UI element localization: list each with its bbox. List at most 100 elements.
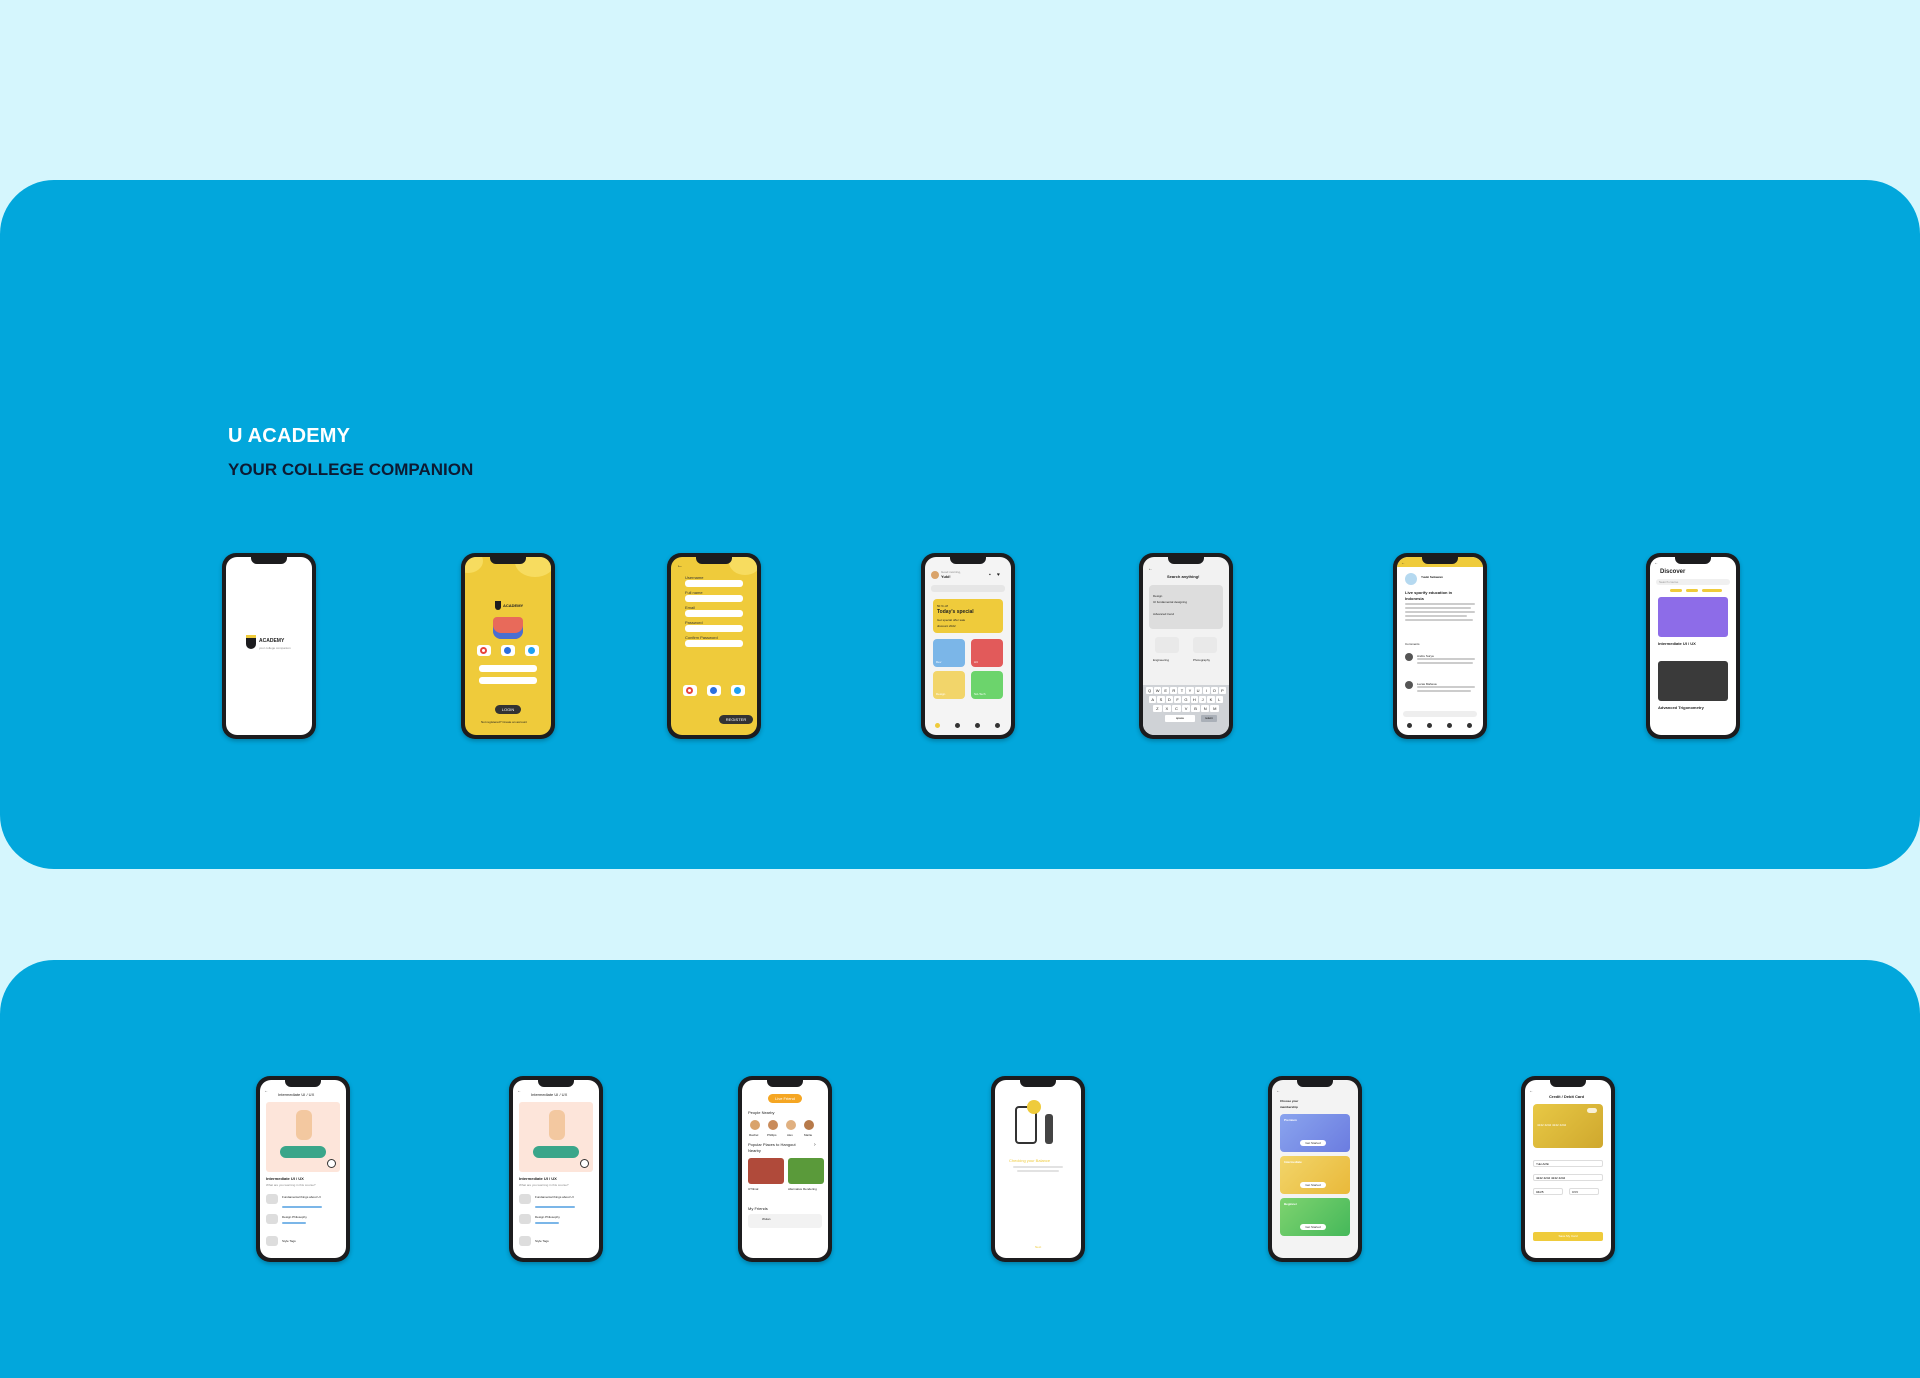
heart-icon[interactable]: ♥ <box>997 572 1000 578</box>
category-card-design[interactable]: Design <box>933 671 965 699</box>
username-input[interactable] <box>685 580 743 587</box>
course-title[interactable]: Advanced Trigonometry <box>1658 705 1704 711</box>
back-arrow-icon[interactable]: ← <box>677 563 683 569</box>
twitter-button[interactable] <box>525 645 539 656</box>
plan-button[interactable]: Get Started <box>1300 1224 1326 1230</box>
phone-course-2[interactable]: ← Intermediate UI / UX Intermediate UI /… <box>509 1076 603 1262</box>
search-input[interactable] <box>931 585 1005 592</box>
microsoft-button[interactable] <box>707 685 721 696</box>
search-icon[interactable] <box>955 723 960 728</box>
fullname-input[interactable] <box>685 595 743 602</box>
chat-icon[interactable] <box>975 723 980 728</box>
save-card-button[interactable]: Save My Card <box>1533 1232 1603 1241</box>
plan-card-beginner[interactable]: Beginner Get Started <box>1280 1198 1350 1236</box>
live-friend-button[interactable]: Live Friend <box>768 1094 802 1103</box>
person-avatar[interactable] <box>750 1120 760 1130</box>
filter-chip[interactable] <box>1670 589 1682 592</box>
card-number-input[interactable]: 4242 4242 4242 4242 <box>1533 1174 1603 1181</box>
lesson-title[interactable]: Fundamental things about UI <box>535 1194 575 1200</box>
recent-item[interactable]: UI fundamental designing <box>1153 599 1187 605</box>
return-key[interactable]: return <box>1201 715 1217 722</box>
lesson-title[interactable]: Design Philosophy <box>535 1214 560 1220</box>
place-image[interactable] <box>788 1158 824 1184</box>
search-icon[interactable] <box>1427 723 1432 728</box>
microsoft-button[interactable] <box>501 645 515 656</box>
person-avatar[interactable] <box>786 1120 796 1130</box>
course-title[interactable]: Intermediate UI / UX <box>1658 641 1696 647</box>
phone-onboarding[interactable]: Checking your Balance Next <box>991 1076 1085 1262</box>
cardholder-name-input[interactable]: Yuki Arifin <box>1533 1160 1603 1167</box>
home-icon[interactable] <box>935 723 940 728</box>
avatar[interactable] <box>931 571 939 579</box>
promo-card[interactable]: 50 % off Today's special Get special off… <box>933 599 1003 633</box>
recent-item[interactable]: Advanced trend <box>1153 611 1174 617</box>
phone-payment[interactable]: ← Credit / Debit Card 4242 4242 4242 424… <box>1521 1076 1615 1262</box>
commenter-avatar[interactable] <box>1405 681 1413 689</box>
course-video[interactable] <box>266 1102 340 1172</box>
engineering-thumbnail[interactable] <box>1155 637 1179 653</box>
filter-chip[interactable] <box>1686 589 1698 592</box>
phone-splash[interactable]: ACADEMY your college companion <box>222 553 316 739</box>
lesson-title[interactable]: Fundamental things about UI <box>282 1194 322 1200</box>
lesson-title[interactable]: Style Tags <box>535 1238 549 1244</box>
category-card-art[interactable]: Art <box>971 639 1003 667</box>
phone-login[interactable]: ACADEMY LOGIN Not registered? Create an … <box>461 553 555 739</box>
commenter-avatar[interactable] <box>1405 653 1413 661</box>
register-button[interactable]: REGISTER <box>719 715 753 724</box>
expiry-input[interactable]: 04/25 <box>1533 1188 1563 1195</box>
space-key[interactable]: space <box>1165 715 1195 722</box>
google-button[interactable] <box>683 685 697 696</box>
plan-button[interactable]: Get Started <box>1300 1140 1326 1146</box>
filter-chip[interactable] <box>1702 589 1722 592</box>
phone-discover[interactable]: ← Discover Search course Intermediate UI… <box>1646 553 1740 739</box>
phone-course[interactable]: ← Intermediate UI / UX Intermediate UI /… <box>256 1076 350 1262</box>
next-button[interactable]: Next <box>1035 1244 1041 1250</box>
photography-thumbnail[interactable] <box>1193 637 1217 653</box>
plan-card-premium[interactable]: Premium Get Started <box>1280 1114 1350 1152</box>
phone-community[interactable]: Live Friend People Nearby Rachel Phillip… <box>738 1076 832 1262</box>
comment-input[interactable] <box>1403 711 1477 717</box>
play-icon[interactable] <box>580 1159 589 1168</box>
password-field[interactable] <box>479 677 537 684</box>
course-thumbnail-uiux[interactable] <box>1658 597 1728 637</box>
plan-button[interactable]: Get Started <box>1300 1182 1326 1188</box>
person-avatar[interactable] <box>768 1120 778 1130</box>
bell-icon[interactable]: ▪ <box>989 572 991 578</box>
friend-row[interactable]: Wulan <box>748 1214 822 1228</box>
email-input[interactable] <box>685 610 743 617</box>
home-icon[interactable] <box>1407 723 1412 728</box>
back-arrow-icon[interactable]: ← <box>1148 566 1153 572</box>
profile-icon[interactable] <box>1467 723 1472 728</box>
plan-card-intermediate[interactable]: Intermediate Get Started <box>1280 1156 1350 1194</box>
person-avatar[interactable] <box>804 1120 814 1130</box>
back-arrow-icon[interactable]: ← <box>1401 560 1405 566</box>
back-arrow-icon[interactable]: ← <box>1529 1088 1533 1094</box>
password-input[interactable] <box>685 625 743 632</box>
back-arrow-icon[interactable]: ← <box>517 1088 521 1094</box>
keyboard-row-3[interactable]: ZXCVBNM <box>1153 705 1220 712</box>
chevron-right-icon[interactable]: › <box>814 1142 816 1148</box>
keyboard[interactable]: QWERTYUIOP ASDFGHJKL ZXCVBNM space retur… <box>1143 685 1229 735</box>
profile-icon[interactable] <box>995 723 1000 728</box>
category-card-dev[interactable]: Dev <box>933 639 965 667</box>
lesson-title[interactable]: Style Tags <box>282 1238 296 1244</box>
place-image[interactable] <box>748 1158 784 1184</box>
register-link[interactable]: Not registered? Create an account <box>481 719 527 725</box>
phone-membership[interactable]: ← Choose your membership Premium Get Sta… <box>1268 1076 1362 1262</box>
login-button[interactable]: LOGIN <box>495 705 521 714</box>
category-card-scitech[interactable]: Sci-Tech <box>971 671 1003 699</box>
phone-home[interactable]: Good morning, Yuki! ▪ ♥ 50 % off Today's… <box>921 553 1015 739</box>
phone-register[interactable]: ← Username Full name Email Password Conf… <box>667 553 761 739</box>
play-icon[interactable] <box>327 1159 336 1168</box>
lesson-title[interactable]: Design Philosophy <box>282 1214 307 1220</box>
chat-icon[interactable] <box>1447 723 1452 728</box>
course-thumbnail-trig[interactable] <box>1658 661 1728 701</box>
keyboard-row-1[interactable]: QWERTYUIOP <box>1146 687 1226 694</box>
keyboard-row-2[interactable]: ASDFGHJKL <box>1149 696 1223 703</box>
author-avatar[interactable] <box>1405 573 1417 585</box>
confirm-password-input[interactable] <box>685 640 743 647</box>
phone-post[interactable]: ← Yuuki Setiawan Live sporify education … <box>1393 553 1487 739</box>
course-video[interactable] <box>519 1102 593 1172</box>
username-field[interactable] <box>479 665 537 672</box>
twitter-button[interactable] <box>731 685 745 696</box>
